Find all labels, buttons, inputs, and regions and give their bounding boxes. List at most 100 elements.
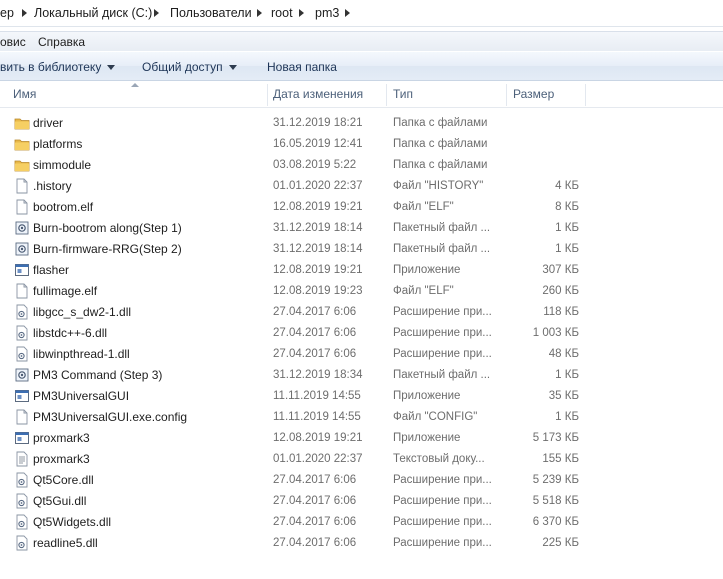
column-header-date[interactable]: Дата изменения <box>269 81 385 108</box>
chevron-right-icon[interactable] <box>20 4 30 22</box>
file-name: bootrom.elf <box>33 200 94 214</box>
file-row[interactable]: libgcc_s_dw2-1.dll 27.04.2017 6:06 Расшире… <box>0 302 723 323</box>
column-header-name[interactable]: Имя <box>9 81 267 108</box>
file-type: Пакетный файл ... <box>393 243 491 255</box>
file-row[interactable]: Burn-bootrom along(Step 1) 31.12.2019 18:… <box>0 218 723 239</box>
file-type: Расширение при... <box>393 348 492 360</box>
file-row[interactable]: Qt5Widgets.dll 27.04.2017 6:06 Расширение … <box>0 512 723 533</box>
file-name: fullimage.elf <box>33 284 98 298</box>
dll-icon <box>14 535 30 551</box>
file-name: flasher <box>33 263 70 277</box>
chevron-right-icon[interactable] <box>343 4 353 22</box>
column-divider[interactable] <box>386 84 387 106</box>
add-to-library-label: вить в библиотеку <box>0 60 102 74</box>
file-name: Burn-bootrom along(Step 1) <box>33 221 182 235</box>
file-size: 4 КБ <box>555 180 579 192</box>
file-size: 8 КБ <box>555 201 579 213</box>
file-date: 31.12.2019 18:34 <box>273 369 363 381</box>
file-name: platforms <box>33 137 83 151</box>
file-row[interactable]: Burn-firmware-RRG(Step 2) 31.12.2019 18:1… <box>0 239 723 260</box>
file-row[interactable]: bootrom.elf 12.08.2019 19:21 Файл "ELF" 8 К… <box>0 197 723 218</box>
chevron-right-icon[interactable] <box>297 4 307 22</box>
file-type: Пакетный файл ... <box>393 222 491 234</box>
dropdown-arrow-icon <box>107 65 116 71</box>
file-row[interactable]: .history 01.01.2020 22:37 Файл "HISTORY" 4 … <box>0 176 723 197</box>
file-date: 11.11.2019 14:55 <box>273 390 361 402</box>
file-row[interactable]: PM3UniversalGUI 11.11.2019 14:55 Приложени… <box>0 386 723 407</box>
dll-icon <box>14 304 30 320</box>
column-divider[interactable] <box>585 84 586 106</box>
file-name: .history <box>33 179 72 193</box>
file-date: 27.04.2017 6:06 <box>273 537 357 549</box>
folder-icon <box>14 115 30 131</box>
file-row[interactable]: platforms 16.05.2019 12:41 Папка с файлами <box>0 134 723 155</box>
file-type: Расширение при... <box>393 306 492 318</box>
file-row[interactable]: PM3UniversalGUI.exe.config 11.11.2019 14:… <box>0 407 723 428</box>
file-size: 118 КБ <box>543 306 579 318</box>
file-name: Qt5Widgets.dll <box>33 515 112 529</box>
folder-icon <box>14 136 30 152</box>
file-row[interactable]: proxmark3 12.08.2019 19:21 Приложение 5 173… <box>0 428 723 449</box>
file-size <box>499 134 579 155</box>
file-icon <box>14 178 30 194</box>
file-date: 12.08.2019 19:21 <box>273 264 363 276</box>
file-type: Папка с файлами <box>393 159 488 171</box>
file-size: 1 003 КБ <box>532 327 579 339</box>
file-size: 1 КБ <box>555 411 579 423</box>
chevron-right-icon[interactable] <box>152 4 162 22</box>
file-type: Папка с файлами <box>393 138 488 150</box>
column-header-size[interactable]: Размер <box>509 81 585 108</box>
new-folder-button[interactable]: Новая папка <box>267 59 337 75</box>
file-name: readline5.dll <box>33 536 98 550</box>
menu-item-help[interactable]: Справка <box>38 34 85 50</box>
file-size: 155 КБ <box>542 453 579 465</box>
file-row[interactable]: Qt5Core.dll 27.04.2017 6:06 Расширение при… <box>0 470 723 491</box>
address-bar[interactable]: ер Локальный диск (C:) Пользователи root… <box>0 0 723 27</box>
file-row[interactable]: flasher 12.08.2019 19:21 Приложение 307 КБ <box>0 260 723 281</box>
file-type: Расширение при... <box>393 495 492 507</box>
file-row[interactable]: libstdc++-6.dll 27.04.2017 6:06 Расширение… <box>0 323 723 344</box>
menu-item-service[interactable]: овис <box>0 34 26 50</box>
column-divider[interactable] <box>506 84 507 106</box>
file-row[interactable]: readline5.dll 27.04.2017 6:06 Расширение п… <box>0 533 723 554</box>
file-row[interactable]: proxmark3 01.01.2020 22:37 Текстовый доку.… <box>0 449 723 470</box>
file-date: 01.01.2020 22:37 <box>273 453 363 465</box>
file-size: 307 КБ <box>542 264 579 276</box>
file-row[interactable]: libwinpthread-1.dll 27.04.2017 6:06 Расшир… <box>0 344 723 365</box>
file-size <box>499 113 579 134</box>
command-bar: вить в библиотеку Общий доступ Новая пап… <box>0 51 723 81</box>
dll-icon <box>14 514 30 530</box>
file-row[interactable]: Qt5Gui.dll 27.04.2017 6:06 Расширение при.… <box>0 491 723 512</box>
file-name: libstdc++-6.dll <box>33 326 108 340</box>
file-type: Приложение <box>393 390 461 402</box>
breadcrumb-item-pm3[interactable]: pm3 <box>315 4 339 22</box>
file-row[interactable]: simmodule 03.08.2019 5:22 Папка с файлами <box>0 155 723 176</box>
file-date: 27.04.2017 6:06 <box>273 348 357 360</box>
file-name: PM3UniversalGUI.exe.config <box>33 410 188 424</box>
application-icon <box>14 430 30 446</box>
file-date: 12.08.2019 19:23 <box>273 285 363 297</box>
file-icon <box>14 283 30 299</box>
column-header: Имя Дата изменения Тип Размер <box>0 81 723 108</box>
file-row[interactable]: PM3 Command (Step 3) 31.12.2019 18:34 Паке… <box>0 365 723 386</box>
text-file-icon <box>14 451 30 467</box>
column-header-type[interactable]: Тип <box>389 81 505 108</box>
chevron-right-icon[interactable] <box>255 4 265 22</box>
file-date: 31.12.2019 18:14 <box>273 243 363 255</box>
add-to-library-button[interactable]: вить в библиотеку <box>0 59 116 75</box>
breadcrumb-item-root[interactable]: root <box>271 4 293 22</box>
breadcrumb-item-users[interactable]: Пользователи <box>170 4 252 22</box>
file-size: 225 КБ <box>542 537 579 549</box>
file-type: Расширение при... <box>393 516 492 528</box>
share-button[interactable]: Общий доступ <box>142 59 237 75</box>
file-date: 01.01.2020 22:37 <box>273 180 363 192</box>
breadcrumb-item-computer[interactable]: ер <box>0 4 14 22</box>
dll-icon <box>14 493 30 509</box>
file-date: 12.08.2019 19:21 <box>273 432 363 444</box>
file-row[interactable]: fullimage.elf 12.08.2019 19:23 Файл "ELF" 2… <box>0 281 723 302</box>
file-row[interactable]: driver 31.12.2019 18:21 Папка с файлами <box>0 113 723 134</box>
column-divider[interactable] <box>267 84 268 106</box>
file-type: Файл "HISTORY" <box>393 180 484 192</box>
folder-icon <box>14 157 30 173</box>
breadcrumb-item-drive-c[interactable]: Локальный диск (C:) <box>34 4 152 22</box>
